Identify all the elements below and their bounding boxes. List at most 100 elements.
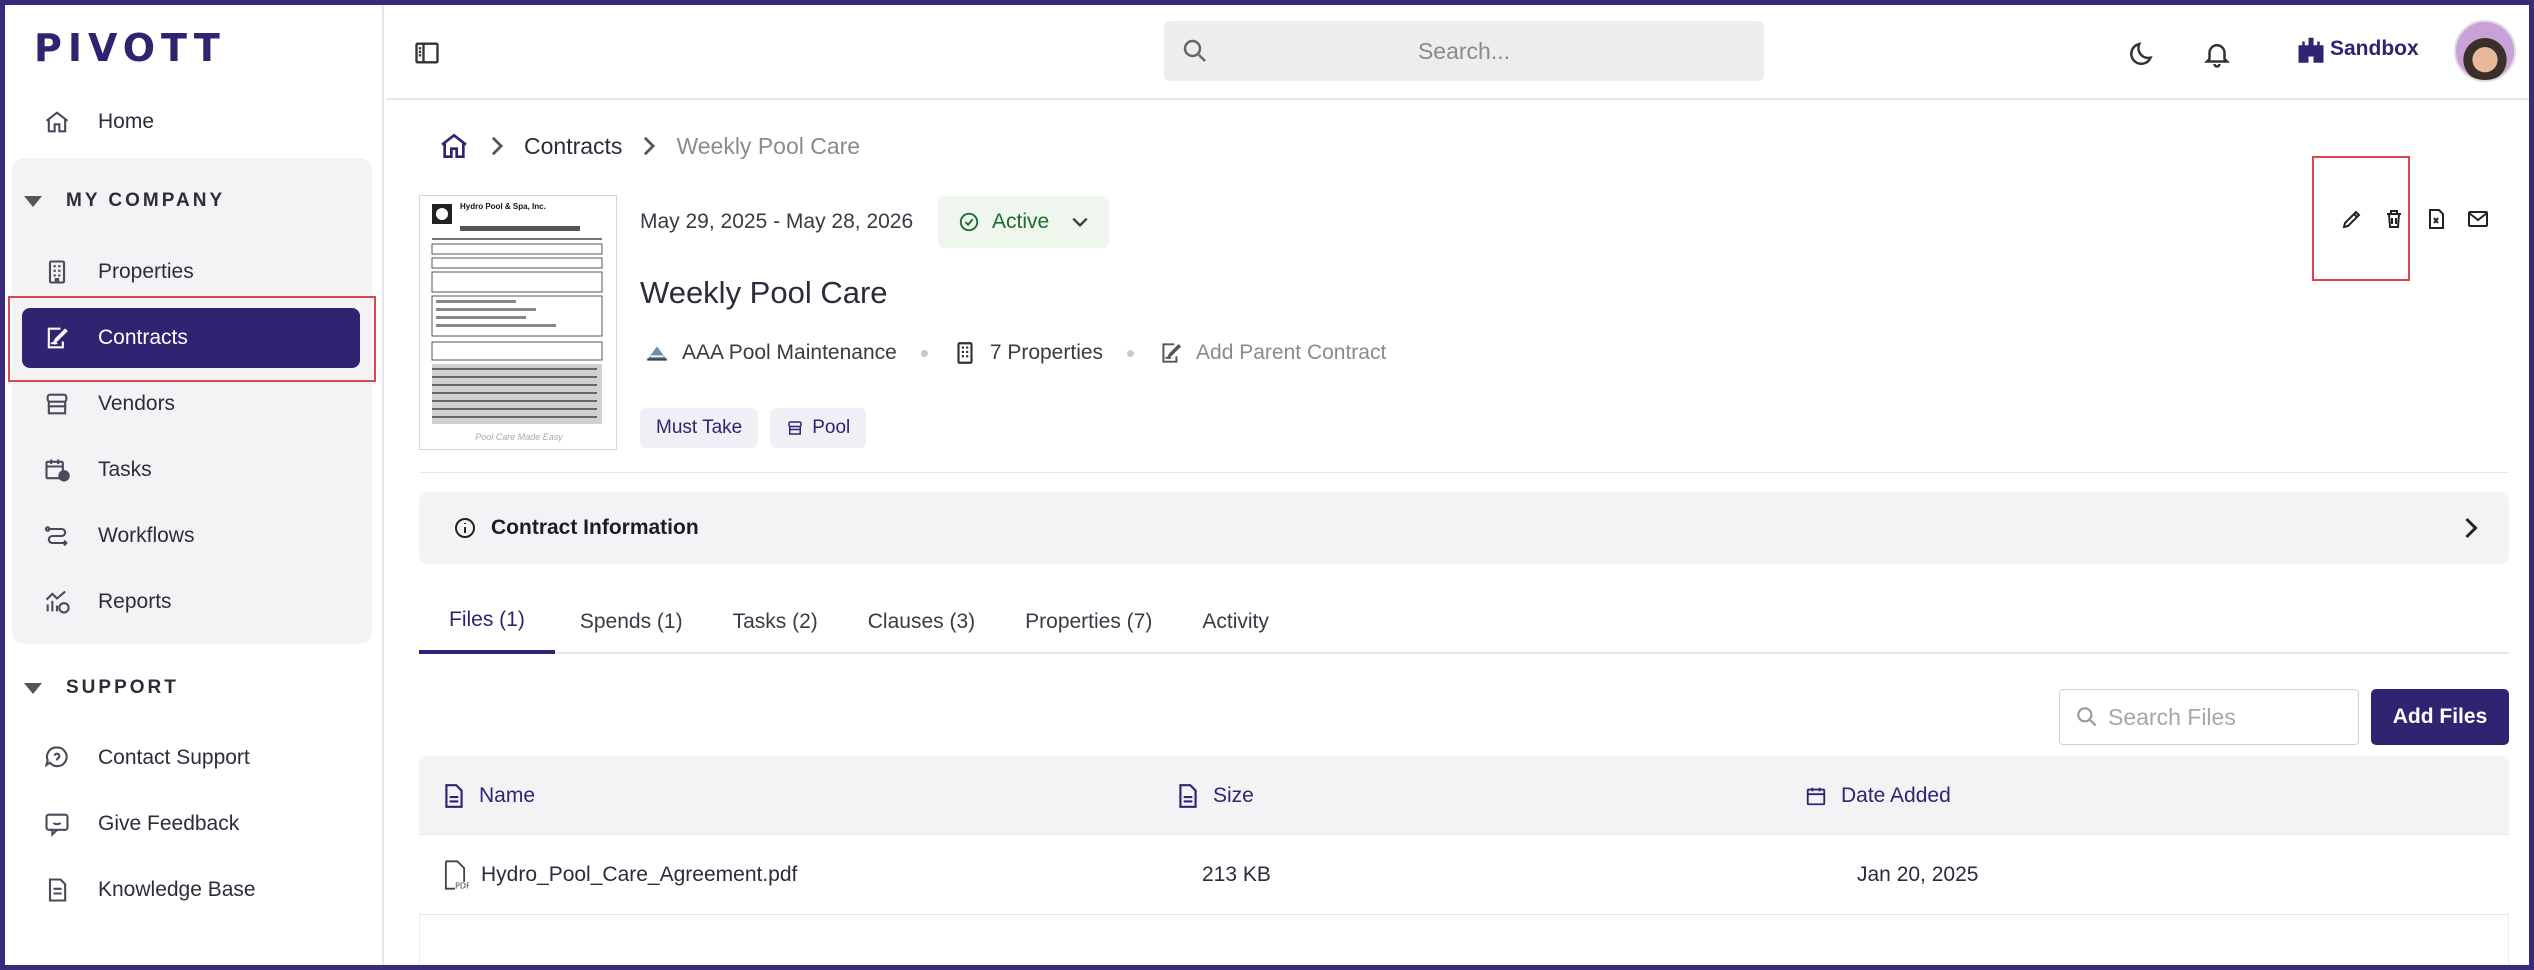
file-name: Hydro_Pool_Care_Agreement.pdf <box>481 863 798 886</box>
email-icon <box>2468 211 2488 227</box>
contract-tabs: Files (1) Spends (1) Tasks (2) Clauses (… <box>419 590 2509 654</box>
column-date-added[interactable]: Date Added <box>1805 756 1951 835</box>
section-divider <box>419 472 2509 473</box>
add-files-button[interactable]: Add Files <box>2371 689 2509 745</box>
separator-dot <box>1127 349 1135 357</box>
main-content: Contracts Weekly Pool Care Hydro Pool & … <box>386 100 2529 965</box>
sidebar-item-contact-support[interactable]: Contact Support <box>22 728 360 788</box>
contract-information-accordion[interactable]: Contract Information <box>419 492 2509 564</box>
sidebar-item-label: Workflows <box>98 524 195 547</box>
sidebar-item-workflows[interactable]: Workflows <box>22 506 360 566</box>
add-parent-contract-link[interactable]: Add Parent Contract <box>1158 340 1386 366</box>
export-button[interactable] <box>2421 204 2451 234</box>
sidebar-item-reports[interactable]: Reports <box>22 572 360 632</box>
contract-meta: AAA Pool Maintenance 7 Properties Add Pa… <box>644 340 1386 366</box>
top-bar: Sandbox <box>386 5 2529 100</box>
workspace-badge[interactable]: Sandbox <box>2296 35 2419 63</box>
castle-icon <box>2298 37 2324 63</box>
sidebar-item-label: Vendors <box>98 392 176 415</box>
contract-tags: Must Take Pool <box>640 408 878 448</box>
section-my-company[interactable]: MY COMPANY <box>24 190 225 212</box>
sidebar-item-home[interactable]: Home <box>22 92 360 152</box>
chevron-down-icon <box>1072 217 1088 227</box>
file-icon <box>445 783 463 808</box>
sidebar-item-label: Reports <box>98 590 172 613</box>
properties-count: 7 Properties <box>989 341 1104 364</box>
sidebar-item-knowledge-base[interactable]: Knowledge Base <box>22 860 360 920</box>
report-chart-icon <box>42 587 72 617</box>
contract-title: Weekly Pool Care <box>640 275 888 310</box>
file-date-cell: Jan 20, 2025 <box>1857 863 1979 886</box>
tag-label: Must Take <box>656 417 743 438</box>
contract-date-range: May 29, 2025 - May 28, 2026 <box>640 210 914 233</box>
home-icon[interactable] <box>438 130 470 162</box>
tag-must-take[interactable]: Must Take <box>640 408 759 448</box>
column-name[interactable]: Name <box>443 756 535 835</box>
add-parent-contract-label: Add Parent Contract <box>1196 341 1387 364</box>
column-label: Date Added <box>1841 783 1951 807</box>
files-search-input[interactable] <box>2108 703 2348 731</box>
sidebar-item-label: Give Feedback <box>98 812 240 835</box>
tab-clauses[interactable]: Clauses (3) <box>843 590 1000 654</box>
breadcrumb-contracts[interactable]: Contracts <box>524 133 622 160</box>
collapse-caret-icon <box>24 195 42 207</box>
tab-properties[interactable]: Properties (7) <box>1000 590 1177 654</box>
tab-activity[interactable]: Activity <box>1177 590 1294 654</box>
email-button[interactable] <box>2463 204 2493 234</box>
column-label: Size <box>1213 783 1254 807</box>
highlight-box-contracts <box>8 296 376 382</box>
search-icon <box>1183 39 1206 62</box>
table-row[interactable]: PDF Hydro_Pool_Care_Agreement.pdf 213 KB… <box>419 835 2509 915</box>
sidebar-item-label: Properties <box>98 260 194 283</box>
tab-files[interactable]: Files (1) <box>419 590 555 654</box>
sidebar-item-properties[interactable]: Properties <box>22 242 360 302</box>
sidebar-item-label: Knowledge Base <box>98 878 256 901</box>
home-icon <box>42 107 72 137</box>
sidebar-item-give-feedback[interactable]: Give Feedback <box>22 794 360 854</box>
sidebar-item-tasks[interactable]: Tasks <box>22 440 360 500</box>
file-icon <box>1179 783 1197 808</box>
file-size-cell: 213 KB <box>1202 863 1271 886</box>
status-dropdown[interactable]: Active <box>938 196 1110 248</box>
tab-tasks[interactable]: Tasks (2) <box>708 590 843 654</box>
workflow-icon <box>42 521 72 551</box>
chevron-right-icon <box>644 136 656 156</box>
file-name-cell[interactable]: PDF Hydro_Pool_Care_Agreement.pdf <box>441 835 797 915</box>
search-icon <box>2077 707 2097 727</box>
column-label: Name <box>479 783 536 807</box>
export-icon <box>2429 209 2444 229</box>
pdf-file-icon: PDF <box>444 860 469 891</box>
document-icon <box>42 875 72 905</box>
building-icon <box>42 257 72 287</box>
sidebar-item-label: Contact Support <box>98 746 250 769</box>
section-support[interactable]: SUPPORT <box>24 677 179 699</box>
breadcrumb: Contracts Weekly Pool Care <box>438 130 860 162</box>
notifications-bell-icon[interactable] <box>2202 39 2232 69</box>
table-empty-space <box>419 915 2509 965</box>
sidebar: PIVOTT Home MY COMPANY Properties Contra… <box>0 0 384 970</box>
app-logo[interactable]: PIVOTT <box>34 26 226 70</box>
global-search[interactable] <box>1164 21 1764 81</box>
building-icon <box>957 342 973 364</box>
files-search[interactable] <box>2059 689 2359 745</box>
tab-spends[interactable]: Spends (1) <box>555 590 708 654</box>
section-heading: SUPPORT <box>66 677 179 698</box>
vendor-logo-icon <box>647 346 667 361</box>
user-avatar[interactable] <box>2454 20 2516 82</box>
search-input[interactable] <box>1164 21 1764 81</box>
chevron-right-icon <box>491 136 504 156</box>
sidebar-toggle-icon[interactable] <box>412 39 442 67</box>
contract-document-thumbnail[interactable]: Hydro Pool & Spa, Inc. Pool Care Made Ea… <box>419 195 617 450</box>
files-table-header: Name Size Date Added <box>419 756 2509 835</box>
column-size[interactable]: Size <box>1177 756 1254 835</box>
info-icon <box>455 518 475 538</box>
section-heading: MY COMPANY <box>66 190 226 211</box>
highlight-box-edit <box>2312 156 2410 281</box>
dark-mode-moon-icon[interactable] <box>2128 39 2158 69</box>
sidebar-item-vendors[interactable]: Vendors <box>22 374 360 434</box>
calendar-clock-icon <box>42 455 72 485</box>
workspace-name: Sandbox <box>2330 37 2419 60</box>
tag-pool[interactable]: Pool <box>770 408 867 448</box>
properties-link[interactable]: 7 Properties <box>952 340 1103 366</box>
vendor-link[interactable]: AAA Pool Maintenance <box>644 340 897 366</box>
